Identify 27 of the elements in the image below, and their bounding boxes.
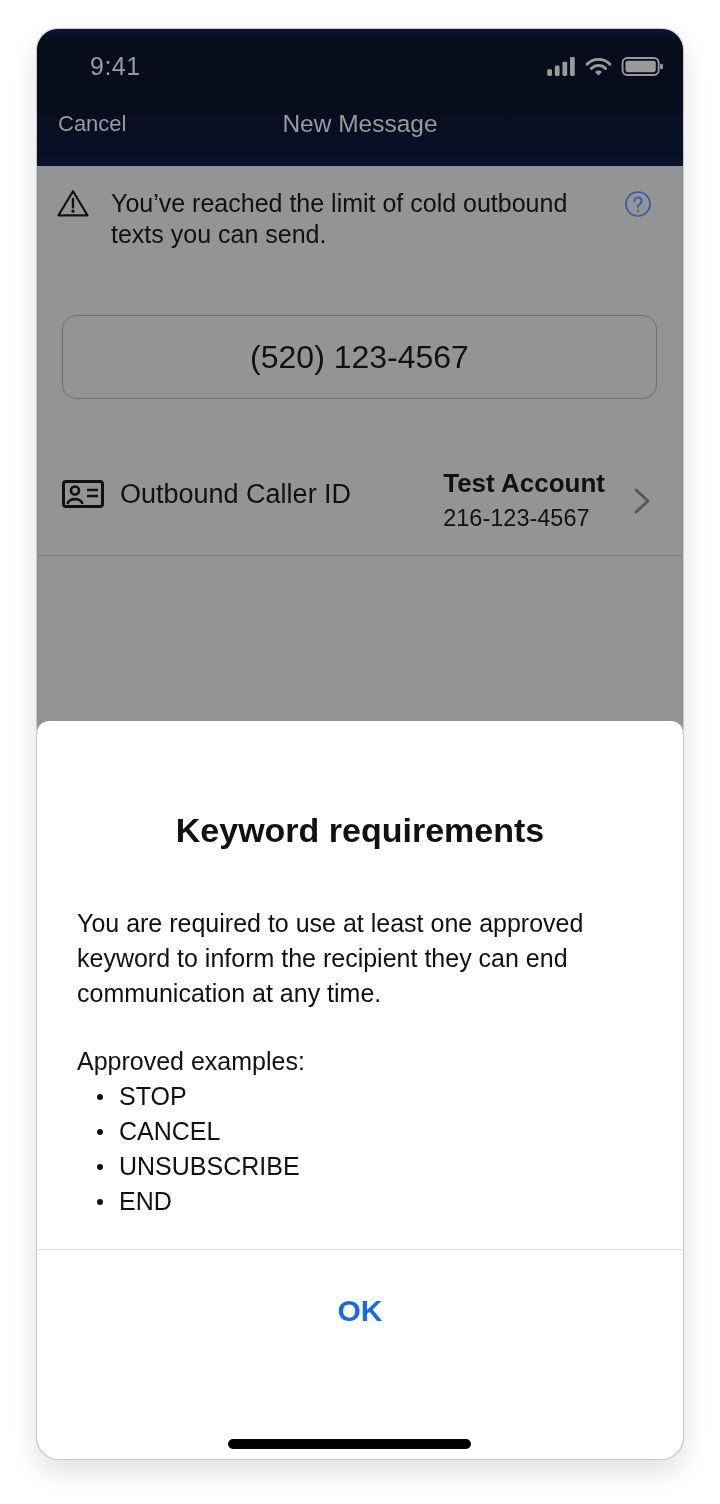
example-keyword: CANCEL xyxy=(119,1117,221,1146)
chevron-right-icon[interactable] xyxy=(633,487,651,515)
cancel-button[interactable]: Cancel xyxy=(58,111,127,137)
bullet-icon xyxy=(97,1198,103,1205)
status-time: 9:41 xyxy=(90,52,141,81)
signal-icon xyxy=(547,57,576,76)
bullet-icon xyxy=(97,1163,103,1170)
caller-id-label: Outbound Caller ID xyxy=(120,478,352,510)
screen-title: New Message xyxy=(282,110,438,138)
help-icon[interactable] xyxy=(625,191,651,217)
example-keyword: STOP xyxy=(119,1082,187,1111)
sheet-body: You are required to use at least one approved keyword to inform the recipient they can end communication at any time. xyxy=(77,908,585,1009)
account-number: 216-123-4567 xyxy=(443,504,590,533)
bullet-icon xyxy=(97,1128,103,1135)
warning-icon xyxy=(57,189,89,217)
phone-number-field[interactable]: (520) 123-4567 xyxy=(62,315,657,399)
account-name: Test Account xyxy=(443,467,605,500)
sheet-title: Keyword requirements xyxy=(174,810,546,850)
example-keyword: END xyxy=(119,1187,172,1216)
id-card-icon xyxy=(62,480,104,508)
ok-button[interactable]: OK xyxy=(317,1286,403,1336)
example-keyword: UNSUBSCRIBE xyxy=(119,1152,300,1181)
examples-label: Approved examples: xyxy=(77,1046,305,1077)
wifi-icon xyxy=(585,57,612,76)
alert-message: You’ve reached the limit of cold outbound texts you can send. xyxy=(111,188,569,250)
bullet-icon xyxy=(97,1093,103,1100)
battery-icon xyxy=(621,57,664,76)
